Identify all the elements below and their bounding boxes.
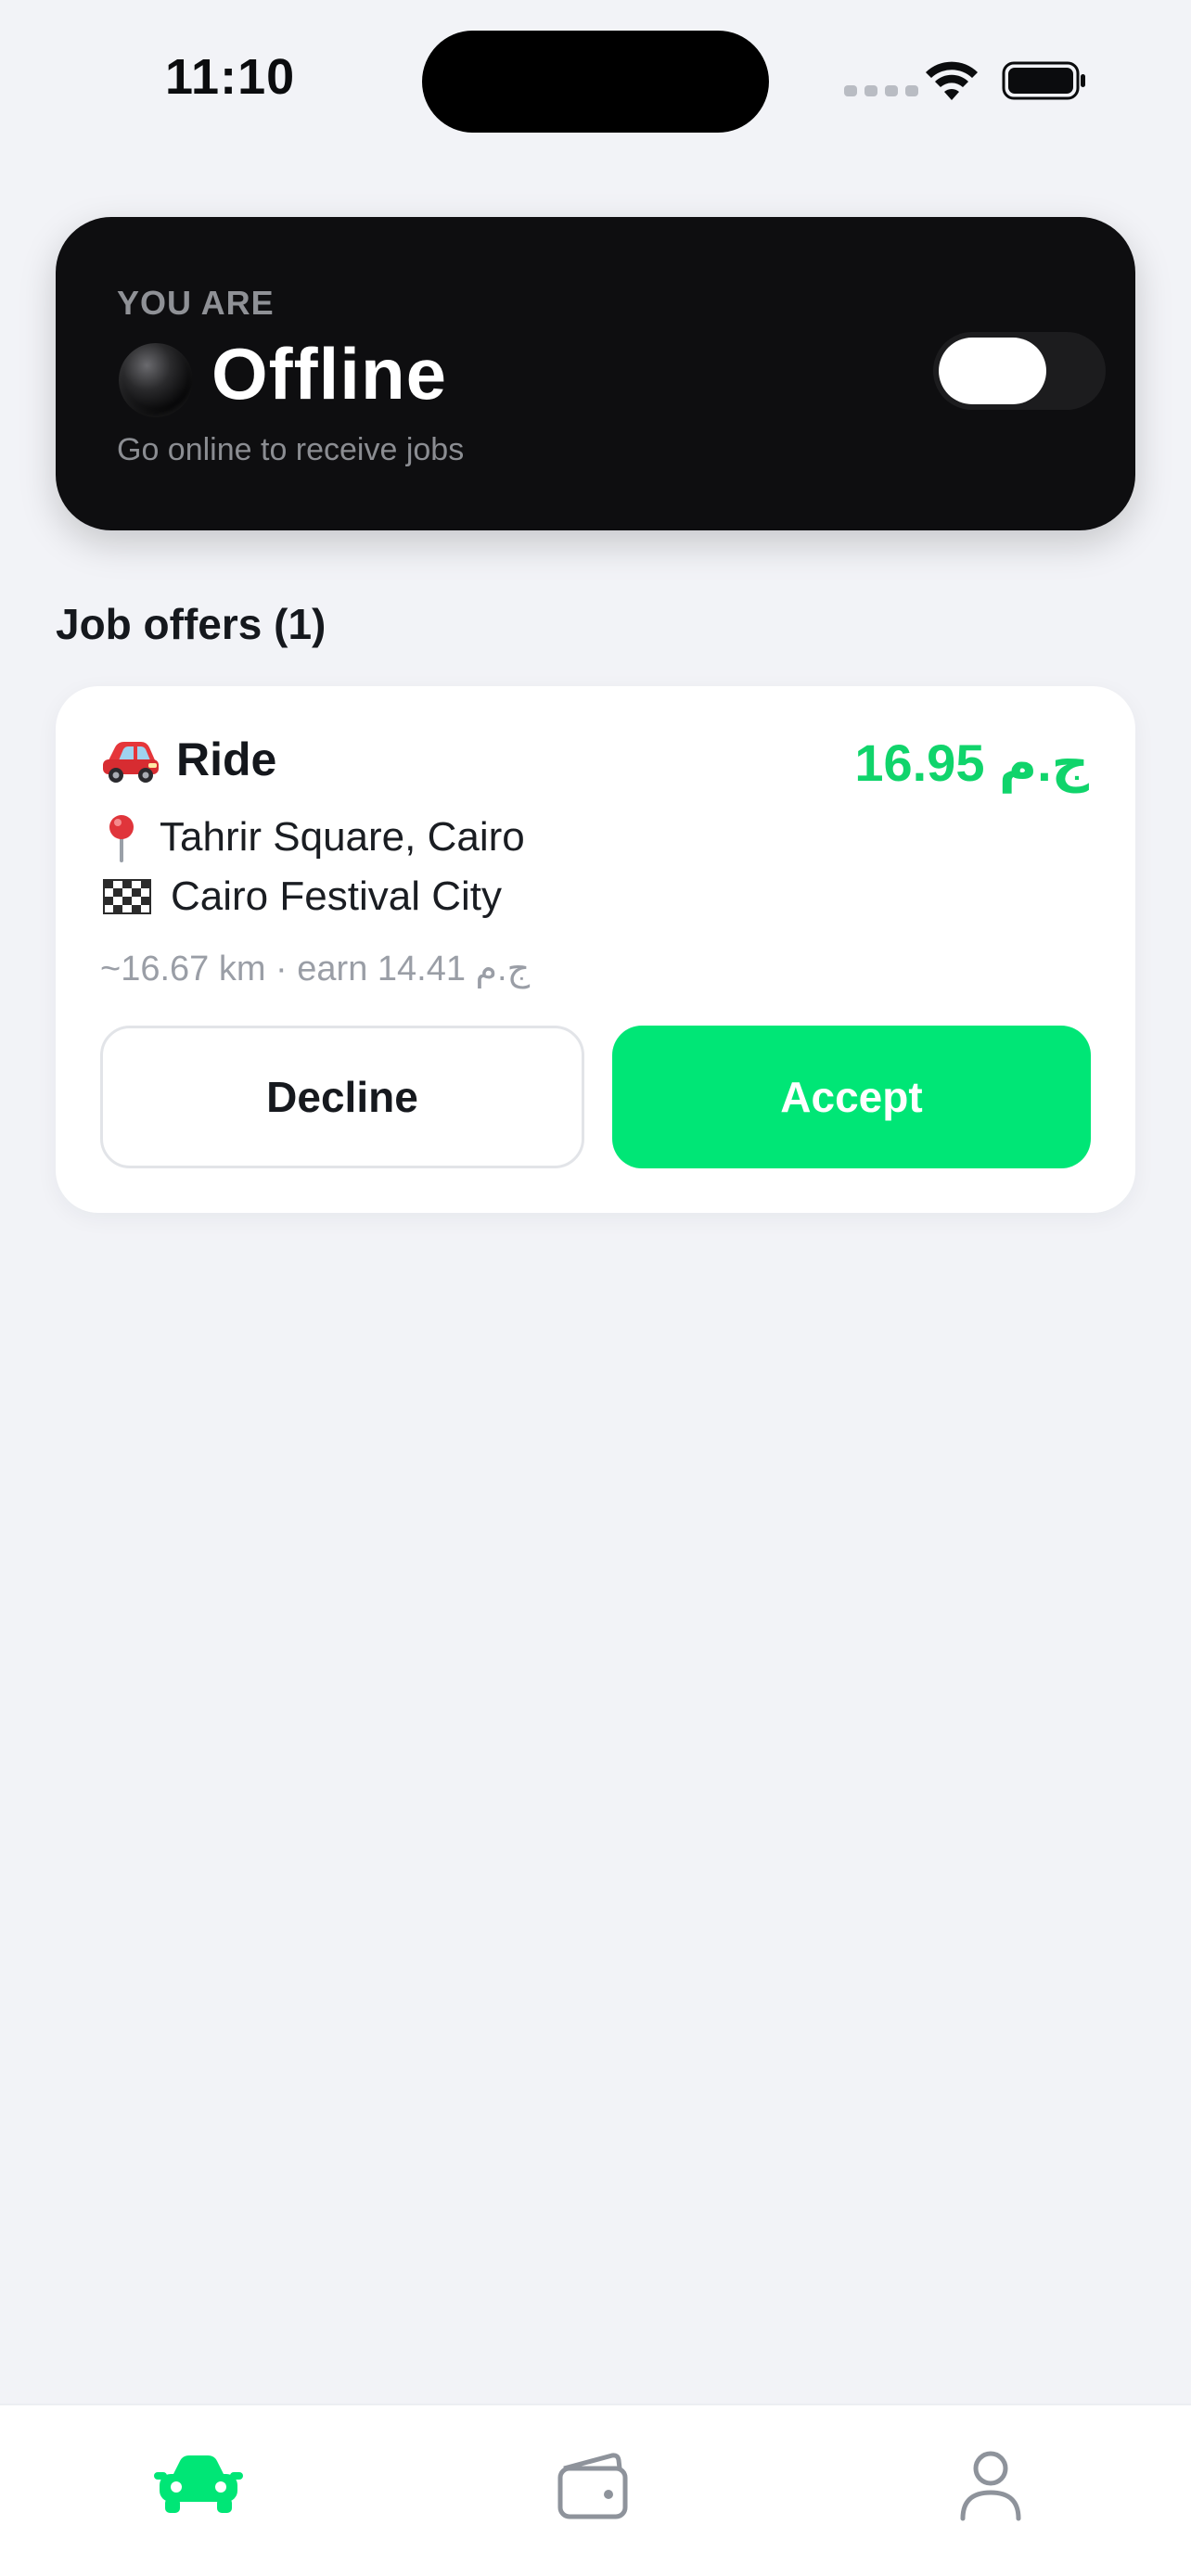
decline-button[interactable]: Decline [100, 1026, 584, 1168]
driver-home-screen: 11:10 YOU ARE Offline Go online to recei… [0, 0, 1191, 2576]
pin-icon [109, 815, 134, 862]
offline-status-dot-icon [119, 343, 193, 417]
status-bar: 11:10 [0, 0, 1191, 158]
online-toggle[interactable] [933, 332, 1106, 410]
job-offers-title: Job offers (1) [56, 600, 327, 648]
dropoff-address: Cairo Festival City [171, 874, 502, 919]
status-subtitle: Go online to receive jobs [117, 432, 465, 467]
status-kicker: YOU ARE [117, 284, 275, 322]
dynamic-island [422, 31, 769, 133]
cellular-signal-icon [844, 85, 918, 96]
wallet-icon [557, 2453, 628, 2519]
pickup-row: Tahrir Square, Cairo [100, 812, 525, 862]
checkered-flag-icon [103, 879, 151, 914]
car-icon [103, 742, 159, 783]
user-icon [960, 2451, 1021, 2521]
tab-wallet[interactable] [547, 2448, 640, 2522]
job-price: 16.95 ج.م [854, 733, 1089, 792]
status-title: Offline [211, 333, 447, 414]
car-icon [154, 2455, 243, 2513]
dropoff-row: Cairo Festival City [100, 874, 502, 920]
job-type: Ride [100, 733, 276, 786]
battery-icon [1002, 61, 1085, 100]
tab-rides[interactable] [152, 2448, 245, 2522]
pickup-address: Tahrir Square, Cairo [160, 814, 525, 860]
job-type-label: Ride [176, 733, 277, 785]
job-offer-card: Ride 16.95 ج.م Tahrir Square, Cairo Cair… [56, 686, 1135, 1213]
job-meta: ~16.67 km · earn 14.41 ج.م [100, 950, 531, 988]
status-time: 11:10 [165, 49, 296, 105]
tab-bar [0, 2404, 1191, 2576]
driver-status-card: YOU ARE Offline Go online to receive job… [56, 217, 1135, 530]
accept-button[interactable]: Accept [612, 1026, 1091, 1168]
toggle-knob [939, 338, 1046, 404]
tab-profile[interactable] [944, 2448, 1037, 2522]
wifi-icon [926, 61, 978, 100]
